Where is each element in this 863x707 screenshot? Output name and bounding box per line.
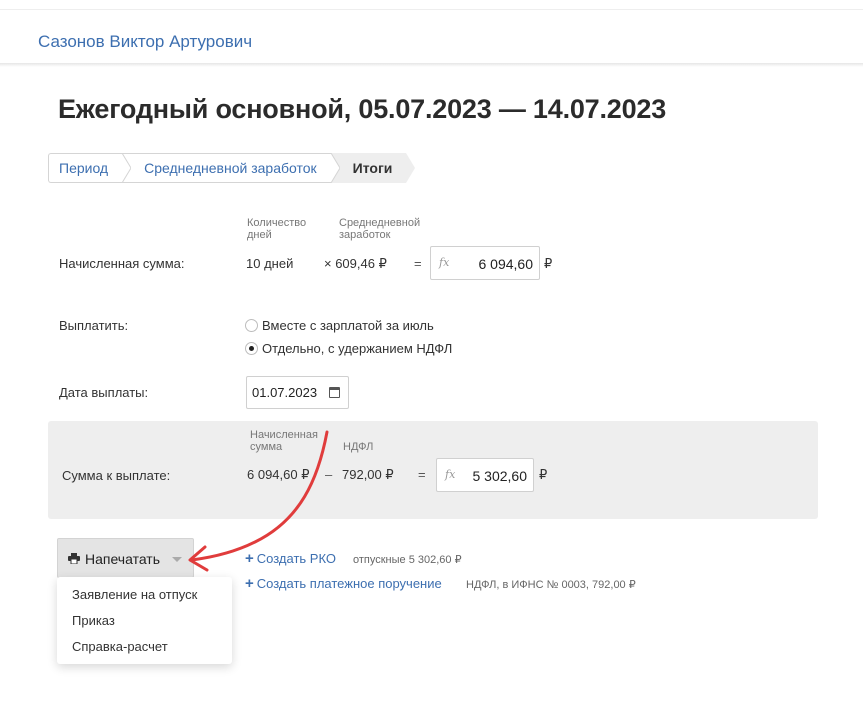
header-shadow: [0, 63, 863, 67]
calendar-icon[interactable]: [329, 387, 340, 398]
payable-tax-header: НДФЛ: [343, 441, 374, 453]
step-separator-icon: [330, 153, 340, 183]
menu-item-vacation-application[interactable]: Заявление на отпуск: [72, 587, 197, 602]
radio-separately[interactable]: [245, 342, 258, 355]
avg-earnings-value: × 609,46 ₽: [324, 256, 387, 271]
payment-order-note: НДФЛ, в ИФНС № 0003, 792,00 ₽: [466, 579, 636, 591]
print-dropdown-menu: Заявление на отпуск Приказ Справка-расче…: [57, 577, 232, 664]
payable-accrued-header: Начисленная сумма: [250, 429, 318, 453]
avg-earnings-column-header: Среднедневной заработок: [339, 217, 421, 241]
plus-icon: +: [245, 575, 254, 592]
print-button-label: Напечатать: [85, 551, 161, 567]
days-value: 10 дней: [246, 256, 294, 271]
payable-label: Сумма к выплате:: [62, 468, 171, 483]
radio-separately-label[interactable]: Отдельно, с удержанием НДФЛ: [262, 341, 452, 356]
create-rko-label: Создать РКО: [256, 551, 336, 566]
minus-sign: –: [325, 467, 333, 482]
wizard-steps: Период Среднедневной заработок Итоги: [48, 153, 416, 183]
menu-item-calculation-certificate[interactable]: Справка-расчет: [72, 639, 168, 654]
equals-sign: =: [414, 256, 422, 271]
formula-icon: fx: [439, 256, 450, 269]
step-period-label: Период: [59, 160, 109, 176]
create-payment-order-link[interactable]: + Создать платежное поручение: [245, 575, 442, 592]
payable-accrued-value: 6 094,60 ₽: [247, 467, 310, 482]
pay-date-value: 01.07.2023: [252, 385, 318, 400]
radio-with-salary-label[interactable]: Вместе с зарплатой за июль: [262, 318, 434, 333]
days-column-header: Количество дней: [247, 217, 307, 241]
payable-equals-sign: =: [418, 467, 426, 482]
plus-icon: +: [245, 550, 254, 567]
create-payment-order-label: Создать платежное поручение: [256, 576, 442, 591]
step-average-earnings-label: Среднедневной заработок: [144, 160, 317, 176]
currency-label: ₽: [544, 256, 553, 271]
step-separator-icon: [122, 153, 132, 183]
step-results-label: Итоги: [352, 160, 393, 176]
print-button[interactable]: Напечатать: [57, 538, 194, 578]
menu-item-order[interactable]: Приказ: [72, 613, 115, 628]
payout-label: Выплатить:: [59, 318, 129, 333]
payable-tax-value: 792,00 ₽: [342, 467, 394, 482]
radio-with-salary[interactable]: [245, 319, 258, 332]
step-average-earnings[interactable]: Среднедневной заработок: [122, 153, 340, 183]
step-active-arrow-icon: [406, 153, 416, 183]
payable-currency-label: ₽: [539, 467, 548, 482]
accrued-total-value: 6 094,60: [478, 256, 534, 272]
top-divider: [0, 9, 863, 10]
step-results[interactable]: Итоги: [330, 153, 416, 183]
payable-total-input[interactable]: fx 5 302,60: [436, 458, 534, 492]
step-period[interactable]: Период: [48, 153, 132, 183]
pay-date-input[interactable]: 01.07.2023: [246, 376, 349, 409]
accrued-total-input[interactable]: fx 6 094,60: [430, 246, 540, 280]
formula-icon: fx: [445, 468, 456, 481]
payable-total-value: 5 302,60: [472, 468, 528, 484]
chevron-down-icon[interactable]: [172, 557, 182, 562]
rko-note: отпускные 5 302,60 ₽: [353, 554, 462, 566]
create-rko-link[interactable]: + Создать РКО: [245, 550, 336, 567]
page-title: Ежегодный основной, 05.07.2023 — 14.07.2…: [58, 94, 667, 124]
pay-date-label: Дата выплаты:: [59, 385, 149, 400]
employee-name-link[interactable]: Сазонов Виктор Артурович: [38, 32, 252, 52]
printer-icon: [68, 553, 80, 564]
accrued-label: Начисленная сумма:: [59, 256, 185, 271]
